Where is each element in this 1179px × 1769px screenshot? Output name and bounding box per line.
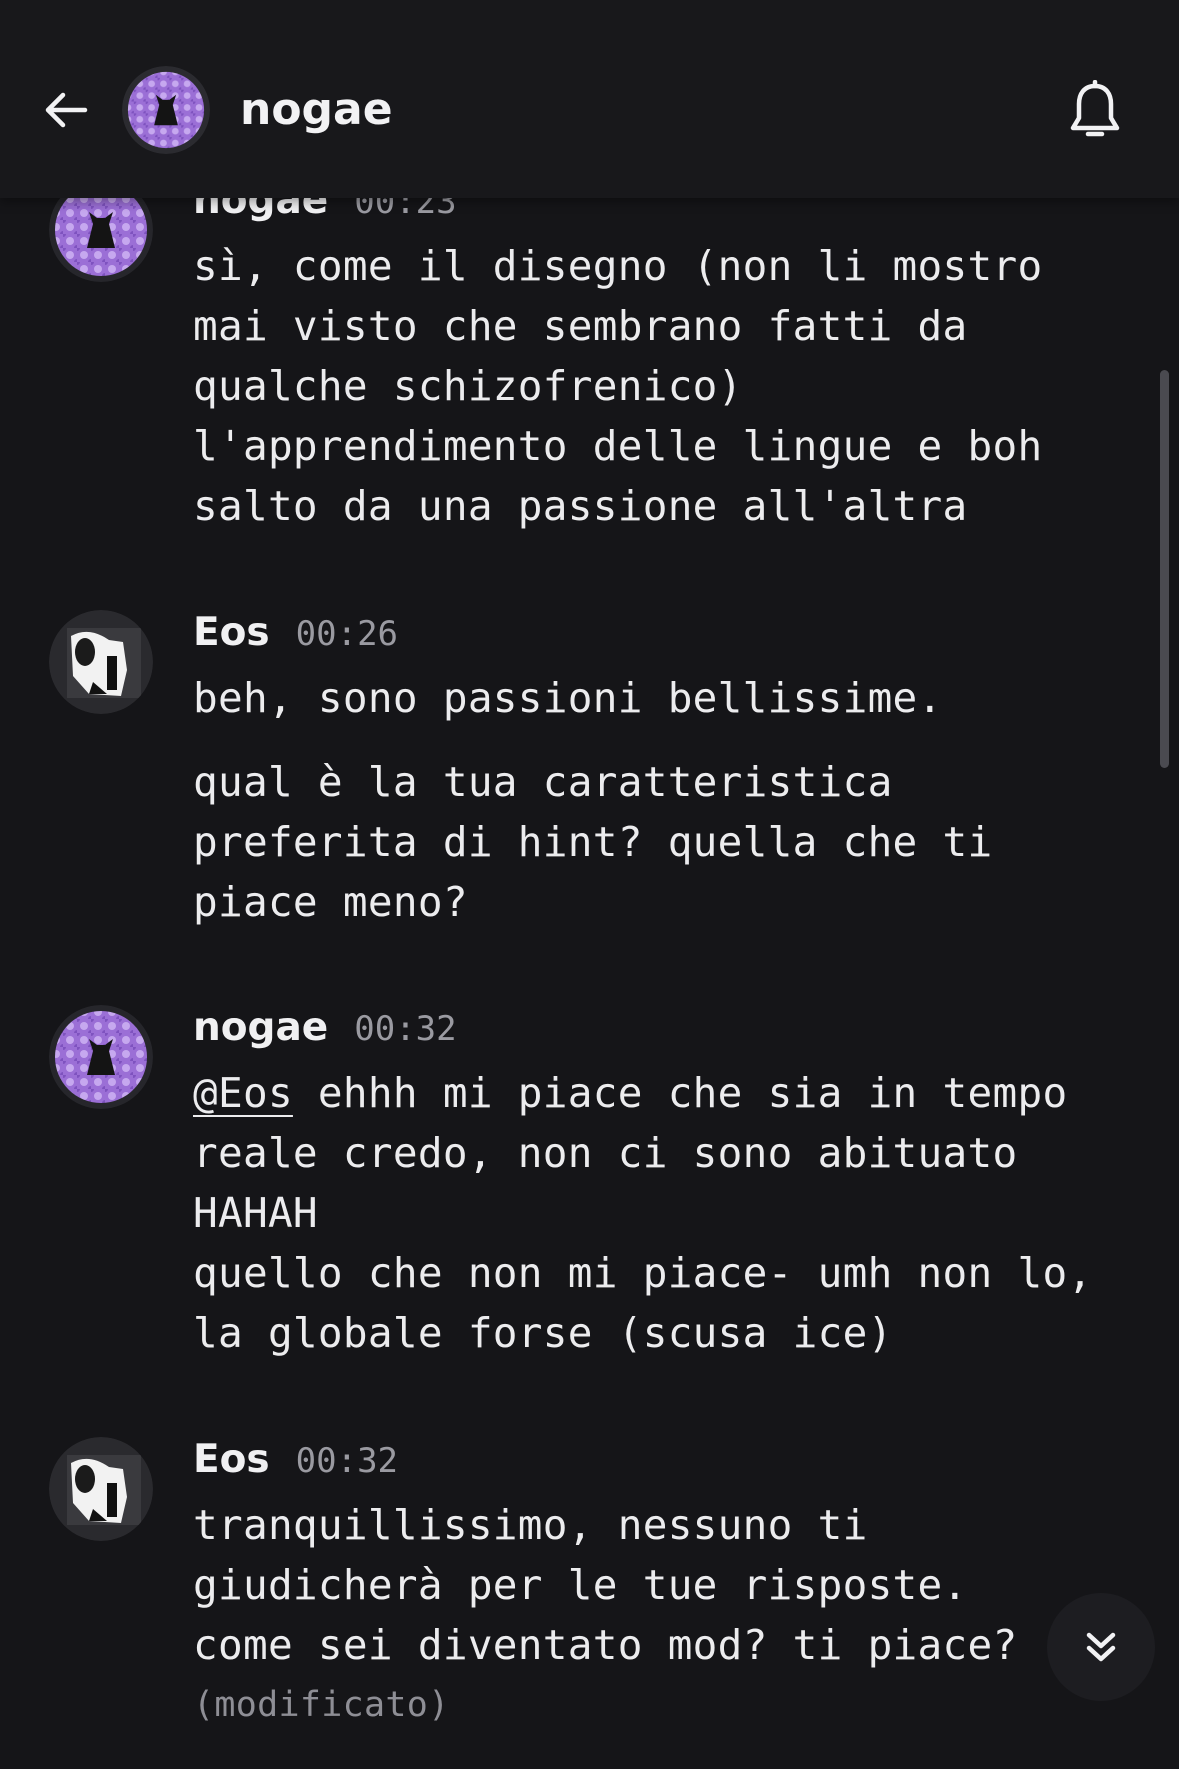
message-line: HAHAH bbox=[193, 1189, 318, 1237]
message-body: @Eos ehhh mi piace che sia in tempo real… bbox=[193, 1063, 1123, 1363]
message-line: qualche schizofrenico) bbox=[193, 362, 743, 410]
message-body: sì, come il disegno (non li mostro mai v… bbox=[193, 236, 1123, 536]
message-line: giudicherà per le tue risposte. bbox=[193, 1561, 968, 1609]
message-line: @Eos ehhh mi piace che sia in tempo bbox=[193, 1063, 1123, 1123]
message-line: la globale forse (scusa ice) bbox=[193, 1309, 893, 1357]
cat-avatar-icon bbox=[122, 66, 210, 154]
message-line: sì, come il disegno (non li mostro bbox=[193, 242, 1043, 290]
arrow-left-icon bbox=[45, 92, 88, 128]
message-body: beh, sono passioni bellissime. bbox=[193, 668, 1123, 728]
avatar[interactable] bbox=[49, 1005, 153, 1109]
ghost-avatar-icon bbox=[49, 1437, 153, 1541]
message-line: beh, sono passioni bellissime. bbox=[193, 674, 943, 722]
message-list[interactable]: nogae 00:23 sì, come il disegno (non li … bbox=[0, 0, 1179, 1769]
back-button[interactable] bbox=[36, 80, 96, 140]
message-line: qual è la tua caratteristica bbox=[193, 758, 893, 806]
timestamp: 00:32 bbox=[354, 1009, 457, 1049]
message-body: qual è la tua caratteristica preferita d… bbox=[193, 752, 1123, 932]
message-line: mai visto che sembrano fatti da bbox=[193, 302, 968, 350]
message-body: tranquillissimo, nessuno ti giudicherà p… bbox=[193, 1495, 1123, 1735]
avatar[interactable] bbox=[49, 610, 153, 714]
avatar[interactable] bbox=[49, 1437, 153, 1541]
message-line: tranquillissimo, nessuno ti bbox=[193, 1501, 868, 1549]
scrollbar-thumb[interactable] bbox=[1160, 370, 1169, 768]
message-line-text: ehhh mi piace che sia in tempo bbox=[292, 1069, 1068, 1117]
ghost-avatar-icon bbox=[49, 610, 153, 714]
author-name[interactable]: Eos bbox=[193, 610, 270, 655]
bell-icon bbox=[1070, 80, 1120, 137]
chat-title[interactable]: nogae bbox=[240, 82, 393, 138]
double-chevron-down-icon bbox=[1086, 1632, 1116, 1662]
message-line: reale credo, non ci sono abituato bbox=[193, 1129, 1018, 1177]
user-mention[interactable]: @Eos bbox=[193, 1069, 293, 1117]
author-name[interactable]: nogae bbox=[193, 1005, 328, 1050]
edited-label: (modificato) bbox=[193, 1685, 450, 1725]
message-line: l'apprendimento delle lingue e boh bbox=[193, 422, 1043, 470]
message-line: salto da una passione all'altra bbox=[193, 482, 968, 530]
message-line: quello che non mi piace- umh non lo, bbox=[193, 1249, 1093, 1297]
message-line: come sei diventato mod? ti piace? bbox=[193, 1621, 1018, 1669]
message-line: piace meno? bbox=[193, 878, 468, 926]
header-avatar[interactable] bbox=[122, 66, 210, 154]
timestamp: 00:26 bbox=[295, 614, 399, 654]
jump-to-bottom-button[interactable] bbox=[1047, 1593, 1155, 1701]
cat-avatar-icon bbox=[49, 1005, 153, 1109]
notifications-button[interactable] bbox=[1062, 76, 1128, 146]
author-name[interactable]: Eos bbox=[193, 1437, 270, 1482]
message-line: preferita di hint? quella che ti bbox=[193, 818, 993, 866]
chat-header: nogae bbox=[0, 0, 1179, 198]
timestamp: 00:32 bbox=[295, 1441, 399, 1481]
